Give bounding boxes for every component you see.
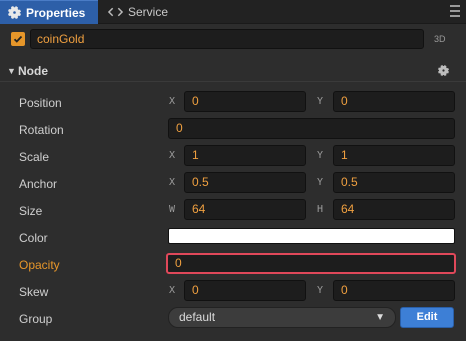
group-label: Group: [19, 312, 53, 326]
scale-x-axis-label[interactable]: X: [169, 150, 175, 161]
group-select-value: default: [179, 310, 216, 324]
color-label: Color: [19, 231, 48, 245]
size-width-input[interactable]: 64: [184, 199, 306, 220]
node-name-input[interactable]: coinGold: [30, 29, 424, 49]
size-w-axis-label[interactable]: W: [169, 204, 175, 215]
opacity-row: Opacity 0: [0, 251, 466, 278]
opacity-input[interactable]: 0: [166, 253, 456, 274]
opacity-label: Opacity: [19, 258, 60, 272]
scale-y-axis-label[interactable]: Y: [317, 150, 323, 161]
3d-toggle[interactable]: 3D: [434, 34, 446, 44]
anchor-x-input[interactable]: 0.5: [184, 172, 306, 193]
panel-menu-icon[interactable]: [450, 5, 460, 17]
tab-properties[interactable]: Properties: [0, 0, 98, 24]
tab-properties-label: Properties: [26, 5, 86, 20]
position-x-axis-label[interactable]: X: [169, 96, 175, 107]
size-label: Size: [19, 204, 43, 218]
anchor-x-axis-label[interactable]: X: [169, 177, 175, 188]
color-swatch[interactable]: [168, 228, 455, 244]
anchor-y-axis-label[interactable]: Y: [317, 177, 323, 188]
position-y-input[interactable]: 0: [333, 91, 455, 112]
size-height-input[interactable]: 64: [333, 199, 455, 220]
node-name-row: coinGold 3D: [0, 24, 466, 56]
anchor-label: Anchor: [19, 177, 58, 191]
node-enabled-checkbox[interactable]: [11, 32, 25, 46]
dropdown-caret-icon: ▼: [375, 312, 385, 323]
skew-row: Skew X 0 Y 0: [0, 278, 466, 305]
skew-label: Skew: [19, 285, 49, 299]
checkmark-icon: [13, 35, 23, 43]
skew-y-axis-label[interactable]: Y: [317, 285, 323, 296]
tab-service-label: Service: [128, 5, 169, 19]
section-gear-icon[interactable]: [438, 65, 449, 79]
tab-service[interactable]: Service: [100, 0, 176, 24]
size-h-axis-label[interactable]: H: [317, 204, 323, 215]
node-section-header[interactable]: ▼ Node: [0, 60, 466, 82]
panel-tab-bar: Properties Service: [0, 0, 466, 24]
position-x-input[interactable]: 0: [184, 91, 306, 112]
color-row: Color: [0, 224, 466, 251]
anchor-y-input[interactable]: 0.5: [333, 172, 455, 193]
edit-group-button[interactable]: Edit: [400, 307, 454, 328]
rotation-row: Rotation 0: [0, 116, 466, 143]
section-title: Node: [18, 64, 48, 78]
code-icon: [108, 6, 123, 18]
position-label: Position: [19, 96, 62, 110]
scale-y-input[interactable]: 1: [333, 145, 455, 166]
scale-row: Scale X 1 Y 1: [0, 143, 466, 170]
size-row: Size W 64 H 64: [0, 197, 466, 224]
position-row: Position X 0 Y 0: [0, 89, 466, 116]
group-row: Group default ▼ Edit: [0, 305, 466, 332]
skew-y-input[interactable]: 0: [333, 280, 455, 301]
skew-x-input[interactable]: 0: [184, 280, 306, 301]
collapse-triangle-icon[interactable]: ▼: [7, 66, 16, 76]
rotation-input[interactable]: 0: [168, 118, 455, 139]
rotation-label: Rotation: [19, 123, 64, 137]
position-y-axis-label[interactable]: Y: [317, 96, 323, 107]
gear-icon: [8, 6, 21, 19]
group-select[interactable]: default ▼: [168, 307, 396, 328]
scale-x-input[interactable]: 1: [184, 145, 306, 166]
anchor-row: Anchor X 0.5 Y 0.5: [0, 170, 466, 197]
scale-label: Scale: [19, 150, 50, 164]
skew-x-axis-label[interactable]: X: [169, 285, 175, 296]
